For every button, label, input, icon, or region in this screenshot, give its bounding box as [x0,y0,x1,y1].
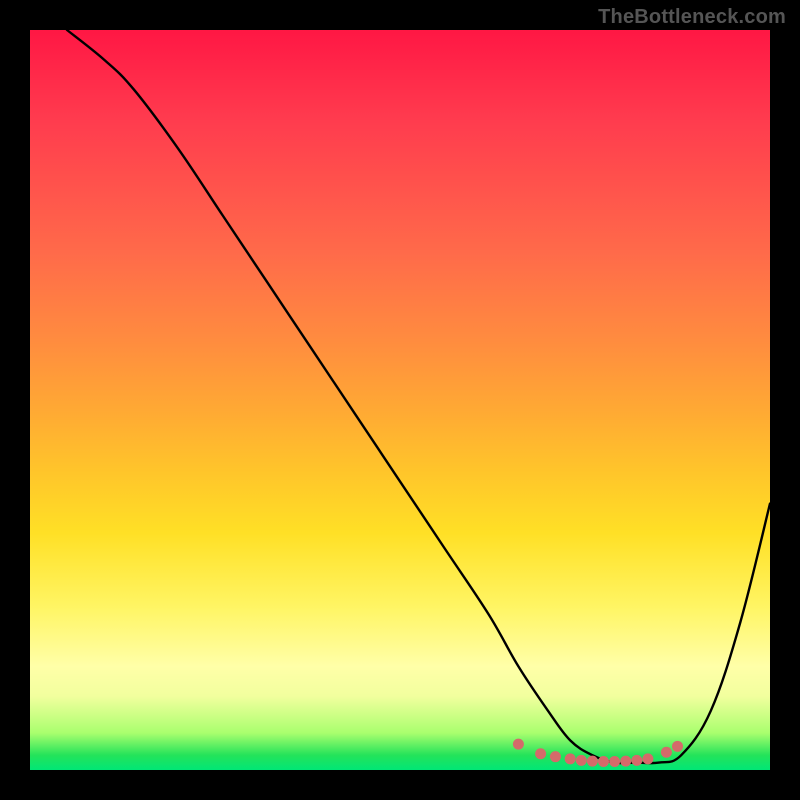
marker-dot [565,753,576,764]
marker-dot [535,748,546,759]
marker-dot [609,756,620,767]
marker-dot [672,741,683,752]
marker-dot [576,755,587,766]
marker-dot [550,751,561,762]
marker-dot [661,747,672,758]
marker-dot [587,756,598,767]
bottleneck-curve [67,30,770,763]
marker-dot [620,756,631,767]
marker-dot [513,739,524,750]
marker-dot [642,753,653,764]
watermark-text: TheBottleneck.com [598,6,786,29]
bottleneck-curve-layer [30,30,770,770]
marker-dot [631,755,642,766]
chart-frame: TheBottleneck.com [0,0,800,800]
marker-dot [598,756,609,767]
